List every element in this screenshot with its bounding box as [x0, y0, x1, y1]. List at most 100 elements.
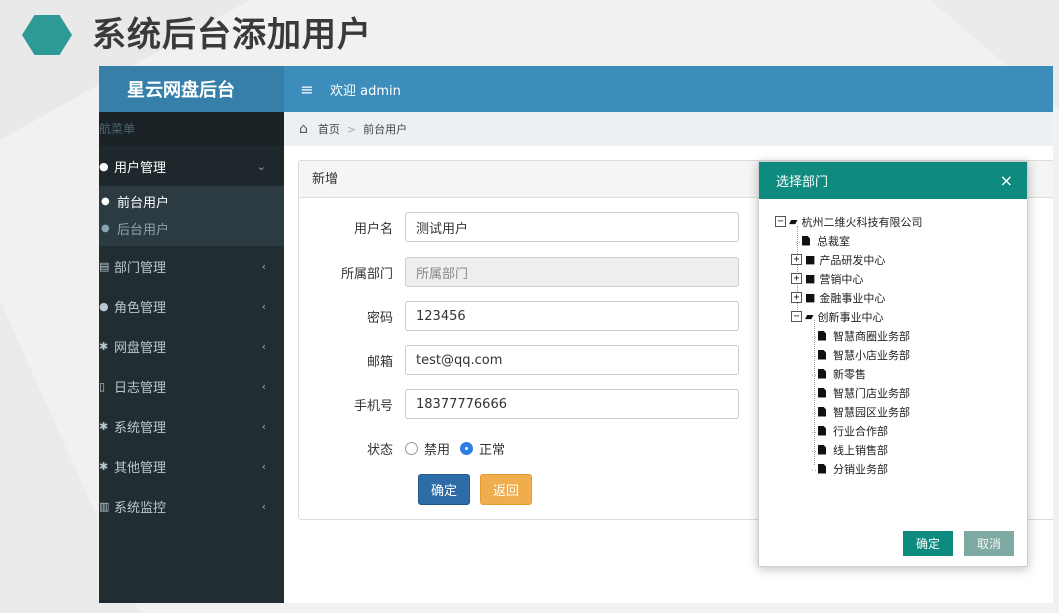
sidebar-subitem-backend-users[interactable]: ● 后台用户: [99, 215, 284, 242]
home-icon: ⌂: [299, 121, 308, 137]
tree-node[interactable]: ‥ 智慧小店业务部: [775, 345, 922, 364]
sidebar-subitem-label: 后台用户: [117, 223, 170, 238]
sidebar-item-system[interactable]: ✱ 系统管理 ‹: [99, 406, 284, 446]
folder-icon: ■: [805, 253, 816, 266]
close-icon[interactable]: ×: [1000, 171, 1013, 190]
file-icon: [818, 463, 827, 474]
tree-node[interactable]: ‥ 智慧门店业务部: [775, 383, 922, 402]
user-icon: ●: [99, 159, 109, 173]
sidebar-item-label: 日志管理: [114, 380, 167, 396]
file-icon: ▯: [99, 379, 106, 393]
confirm-button[interactable]: 确定: [418, 473, 471, 505]
collapse-icon[interactable]: −: [791, 311, 802, 322]
title-hexagon-icon: [22, 15, 72, 55]
tree-node[interactable]: ‥ 智慧园区业务部: [775, 402, 922, 421]
radio-label: 禁用: [424, 442, 451, 458]
dialog-cancel-button[interactable]: 取消: [963, 531, 1014, 556]
sidebar-item-label: 网盘管理: [114, 340, 167, 356]
file-icon: [818, 387, 827, 398]
breadcrumb-current: 前台用户: [363, 123, 408, 136]
chevron-left-icon: ‹: [261, 299, 266, 313]
folder-icon: ■: [805, 272, 816, 285]
select-department-dialog: 选择部门 × − ▰ 杭州二维火科技有限公司 ‥ 总裁室 + ■ 产品研发中心 …: [758, 161, 1028, 567]
sidebar-item-role[interactable]: ● 角色管理 ‹: [99, 286, 284, 326]
sidebar: 星云网盘后台 航菜单 ● 用户管理 ⌄ ● 前台用户 ● 后台用户 ▤ 部门管理…: [99, 66, 284, 603]
breadcrumb: ⌂ 首页 > 前台用户: [284, 112, 1053, 146]
tree-node[interactable]: ‥ 总裁室: [775, 231, 922, 250]
welcome-text: 欢迎 admin: [330, 83, 401, 99]
sidebar-item-label: 用户管理: [114, 160, 167, 176]
username-label: 用户名: [353, 221, 393, 237]
tree-node-label: 总裁室: [817, 234, 851, 248]
email-label: 邮箱: [366, 354, 393, 370]
chevron-left-icon: ‹: [261, 499, 266, 513]
sidebar-item-label: 其他管理: [114, 460, 167, 476]
department-field[interactable]: 所属部门: [405, 257, 739, 287]
password-row: 密码 123456: [299, 301, 739, 331]
tree-node-label: 创新事业中心: [817, 310, 884, 324]
slide-title: 系统后台添加用户: [92, 15, 372, 55]
sidebar-subitem-frontend-users[interactable]: ● 前台用户: [99, 188, 284, 215]
tree-node[interactable]: ‥ 线上销售部: [775, 440, 922, 459]
tree-node[interactable]: ‥ 行业合作部: [775, 421, 922, 440]
user-icon: ●: [101, 196, 110, 207]
brand-logo[interactable]: 星云网盘后台: [99, 66, 284, 112]
tree-node[interactable]: + ■ 产品研发中心: [775, 250, 922, 269]
tree-node[interactable]: ‥ 分销业务部: [775, 459, 922, 478]
dialog-confirm-button[interactable]: 确定: [902, 531, 953, 556]
sidebar-item-other[interactable]: ✱ 其他管理 ‹: [99, 446, 284, 486]
sidebar-item-label: 角色管理: [114, 300, 167, 316]
password-field[interactable]: 123456: [405, 301, 739, 331]
chevron-left-icon: ‹: [261, 419, 266, 433]
user-icon: ●: [99, 299, 109, 313]
sidebar-item-label: 系统监控: [114, 500, 167, 516]
expand-icon[interactable]: +: [791, 292, 802, 303]
tree-node-label: 新零售: [833, 367, 867, 381]
expand-icon[interactable]: +: [791, 273, 802, 284]
menu-toggle-icon[interactable]: ≡: [284, 80, 330, 99]
sidebar-item-log[interactable]: ▯ 日志管理 ‹: [99, 366, 284, 406]
tree-node[interactable]: + ■ 营销中心: [775, 269, 922, 288]
dialog-header: 选择部门 ×: [759, 162, 1027, 199]
sidebar-subitem-label: 前台用户: [117, 196, 170, 211]
tree-node[interactable]: − ▰ 创新事业中心: [775, 307, 922, 326]
status-label: 状态: [366, 442, 393, 458]
sidebar-item-user-management[interactable]: ● 用户管理 ⌄: [99, 146, 284, 186]
dialog-footer: 确定 取消: [892, 531, 1014, 556]
tree-node[interactable]: ‥ 智慧商圈业务部: [775, 326, 922, 345]
file-icon: [818, 349, 827, 360]
status-disabled-radio[interactable]: 禁用: [405, 439, 450, 458]
email-field[interactable]: test@qq.com: [405, 345, 739, 375]
tree-node[interactable]: ‥ 新零售: [775, 364, 922, 383]
tree-node-label: 智慧园区业务部: [833, 405, 911, 419]
department-tree: − ▰ 杭州二维火科技有限公司 ‥ 总裁室 + ■ 产品研发中心 + ■ 营销中…: [775, 212, 922, 478]
back-button[interactable]: 返回: [480, 473, 533, 505]
sidebar-item-department[interactable]: ▤ 部门管理 ‹: [99, 246, 284, 286]
chevron-left-icon: ‹: [261, 339, 266, 353]
collapse-icon[interactable]: −: [775, 216, 786, 227]
sidebar-item-monitor[interactable]: ▥ 系统监控 ‹: [99, 486, 284, 526]
file-icon: [818, 406, 827, 417]
email-row: 邮箱 test@qq.com: [299, 345, 739, 375]
expand-icon[interactable]: +: [791, 254, 802, 265]
file-icon: [818, 444, 827, 455]
folder-open-icon: ▰: [789, 215, 798, 228]
status-normal-radio[interactable]: 正常: [460, 439, 505, 458]
tree-node-label: 行业合作部: [833, 424, 889, 438]
tree-node[interactable]: + ■ 金融事业中心: [775, 288, 922, 307]
phone-field[interactable]: 18377776666: [405, 389, 739, 419]
breadcrumb-home[interactable]: 首页: [318, 121, 340, 137]
tree-node-root[interactable]: − ▰ 杭州二维火科技有限公司: [775, 212, 922, 231]
sidebar-item-netdisk[interactable]: ✱ 网盘管理 ‹: [99, 326, 284, 366]
gear-icon: ✱: [99, 419, 109, 433]
folder-icon: ■: [805, 291, 816, 304]
tree-node-label: 金融事业中心: [819, 291, 886, 305]
gear-icon: ✱: [99, 339, 109, 353]
tree-node-label: 智慧小店业务部: [833, 348, 911, 362]
tree-node-label: 杭州二维火科技有限公司: [801, 215, 923, 229]
tree-node-label: 智慧门店业务部: [833, 386, 911, 400]
department-label: 所属部门: [340, 266, 393, 282]
radio-label: 正常: [479, 442, 506, 458]
tree-node-label: 产品研发中心: [819, 253, 886, 267]
username-field[interactable]: 测试用户: [405, 212, 739, 242]
